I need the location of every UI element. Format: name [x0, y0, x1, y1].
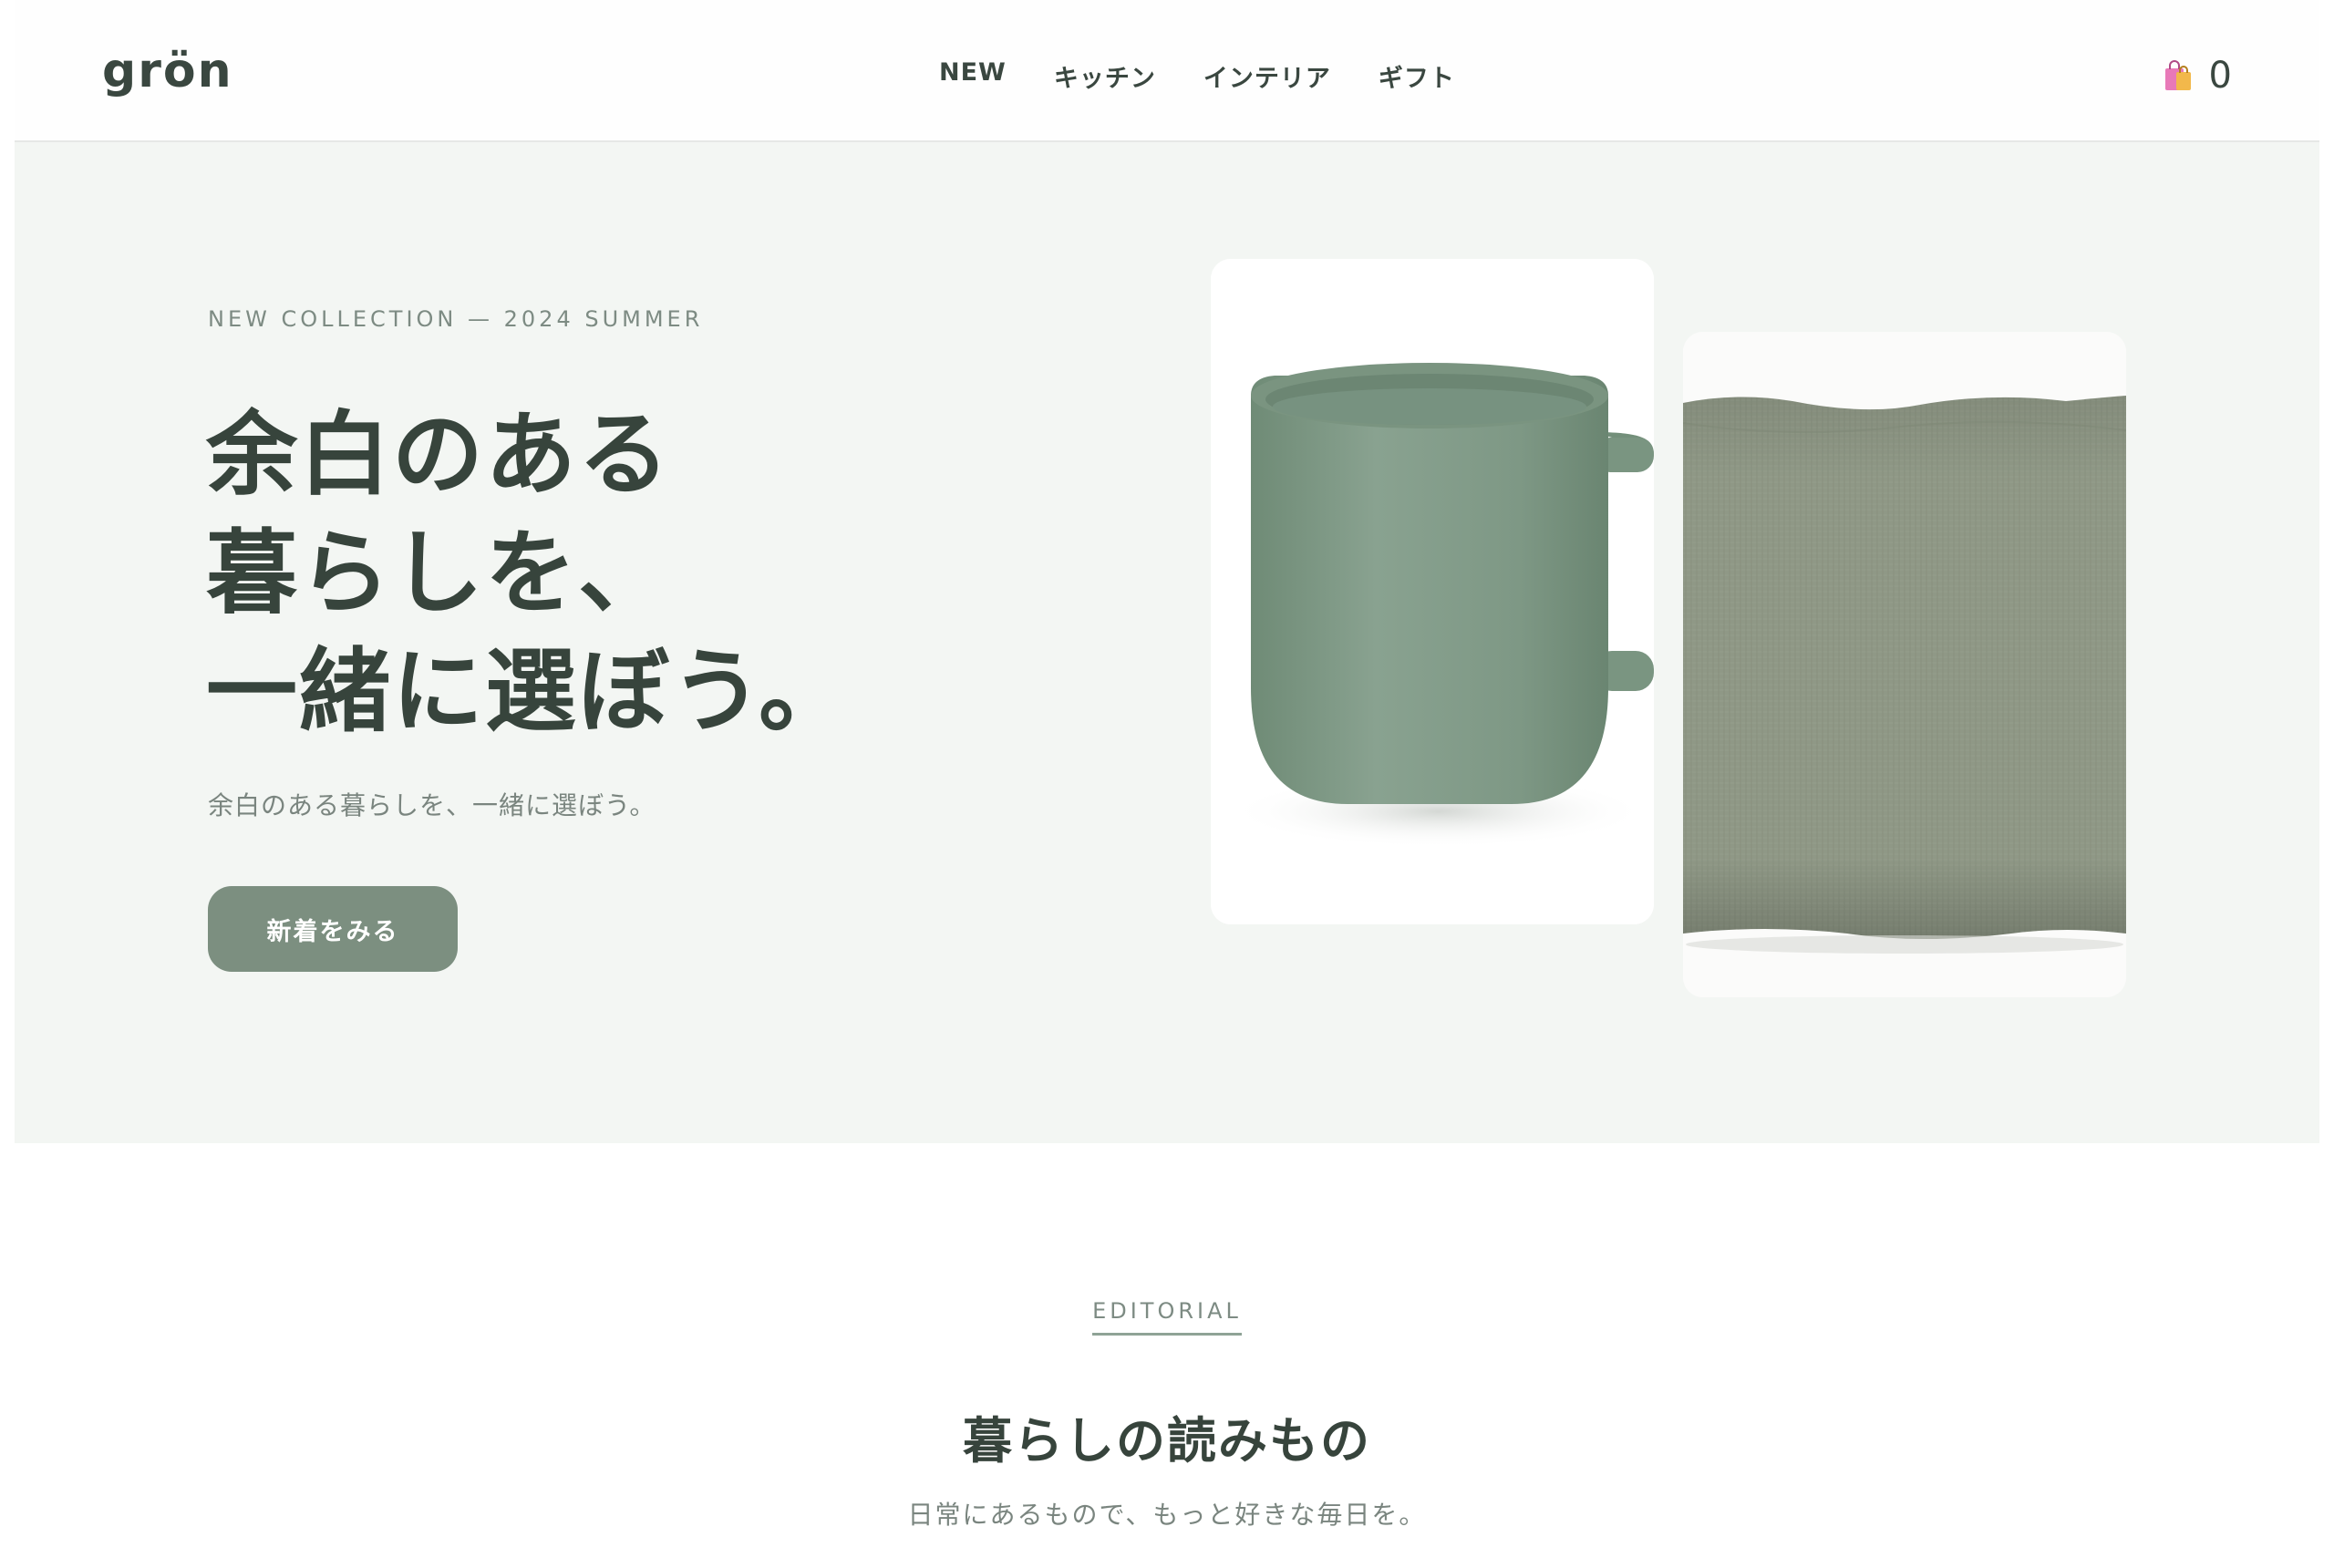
cart-count: 0 — [2208, 55, 2232, 97]
cart-button[interactable]: 0 — [2160, 55, 2232, 97]
hero-title-line-3: 一緒に選ぼう。 — [206, 638, 852, 745]
editorial-subtitle: 日常にあるもので、もっと好きな毎日を。 — [907, 1500, 1427, 1530]
shopping-bags-icon — [2160, 57, 2196, 94]
editorial-eyebrow-label: EDITORIAL — [1092, 1298, 1242, 1336]
site-header: grön NEW キッチン インテリア ギフト 0 — [15, 0, 2319, 142]
new-arrivals-button[interactable]: 新着をみる — [208, 886, 458, 972]
hero-title-line-2: 暮らしを、 — [206, 520, 671, 626]
nav-link-kitchen[interactable]: キッチン — [1054, 58, 1156, 94]
cushion-image — [1683, 332, 2126, 997]
logo[interactable]: grön — [102, 44, 233, 98]
hero-subtitle: 余白のある暮らしを、一緒に選ぼう。 — [208, 790, 656, 820]
nav-link-new[interactable]: NEW — [939, 58, 1007, 94]
hero-section: NEW COLLECTION — 2024 SUMMER 余白のある 暮らしを、… — [15, 142, 2319, 1143]
product-card-cushion[interactable] — [1683, 332, 2126, 997]
nav-link-gift[interactable]: ギフト — [1379, 58, 1455, 94]
hero-eyebrow: NEW COLLECTION — 2024 SUMMER — [208, 306, 704, 332]
editorial-title: 暮らしの読みもの — [963, 1412, 1371, 1470]
main-nav: NEW キッチン インテリア ギフト — [939, 58, 1455, 94]
nav-link-interior[interactable]: インテリア — [1203, 58, 1331, 94]
product-card-mug[interactable] — [1211, 259, 1654, 924]
editorial-eyebrow: EDITORIAL — [0, 1298, 2334, 1336]
hero-title-line-1: 余白のある — [206, 401, 671, 508]
mug-image — [1211, 259, 1654, 924]
hero-title: 余白のある 暮らしを、 一緒に選ぼう。 — [206, 396, 899, 751]
